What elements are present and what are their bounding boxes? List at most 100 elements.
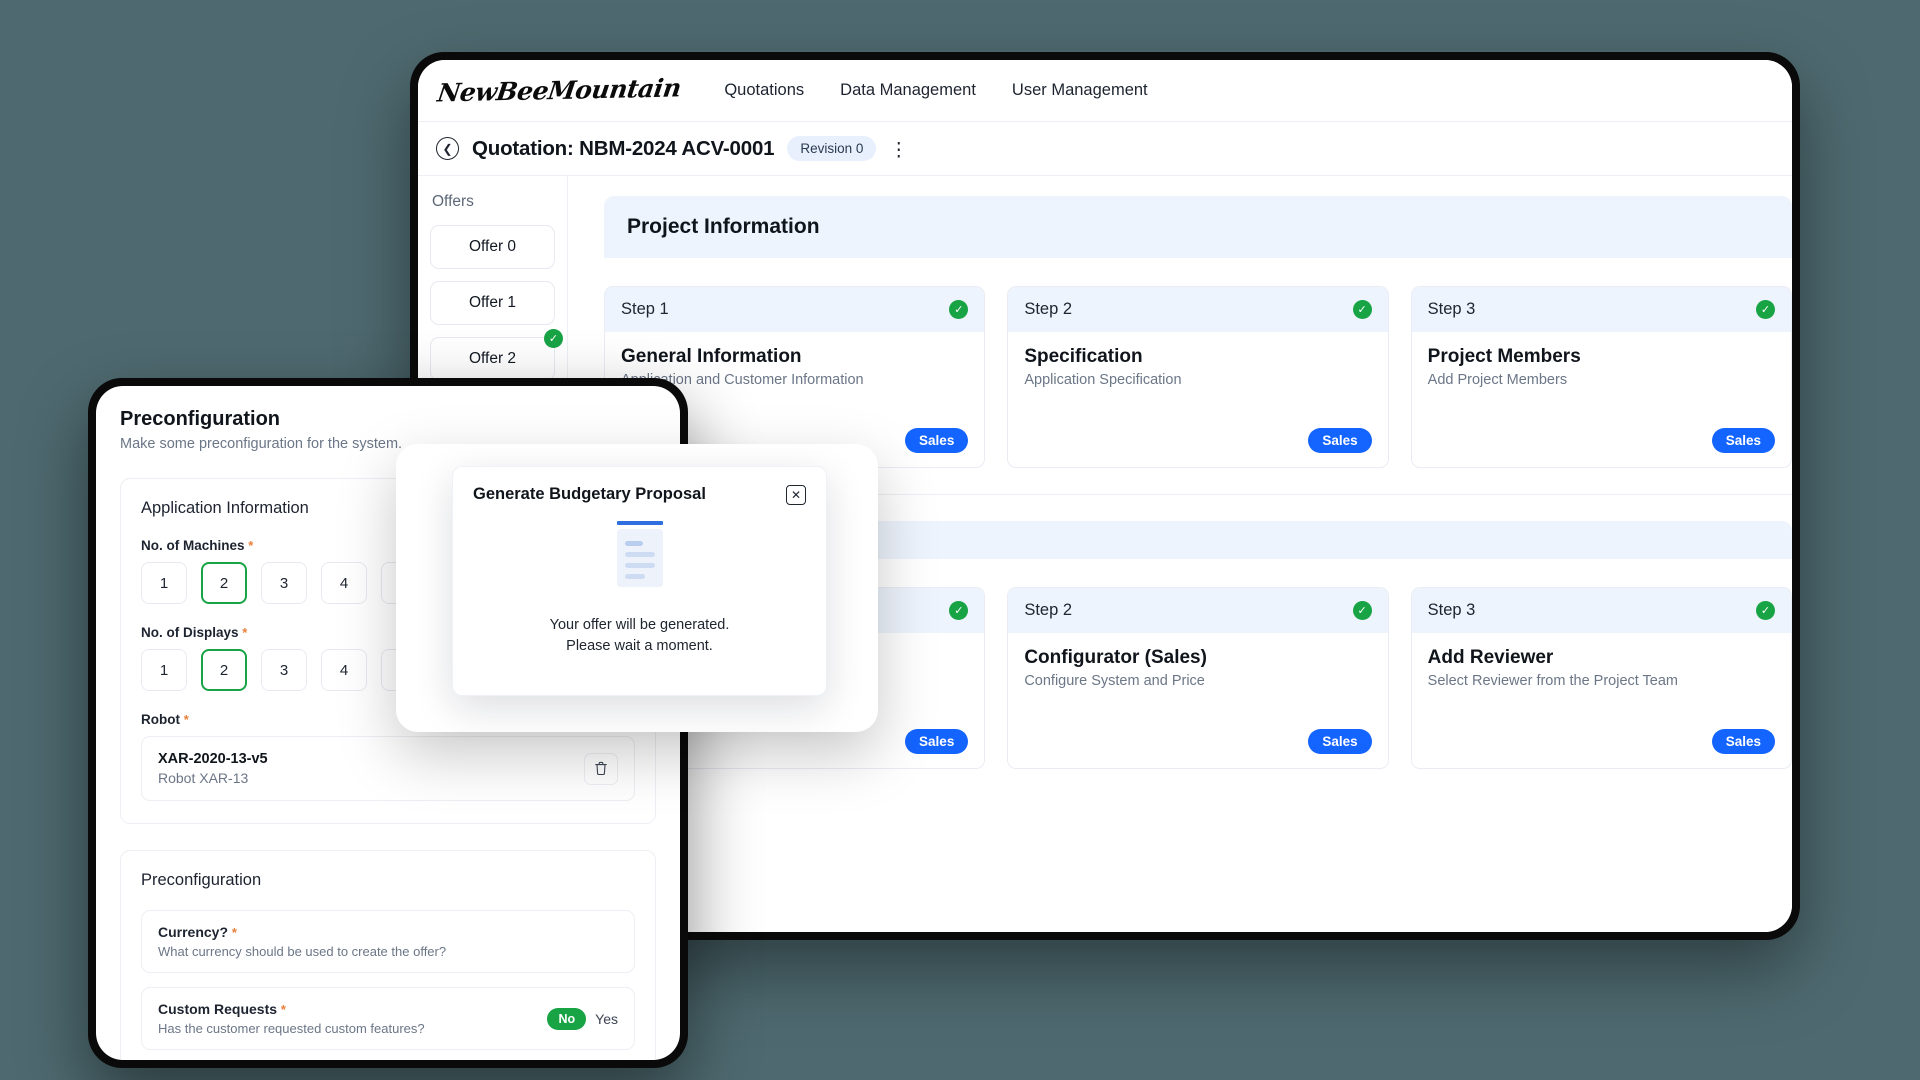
screen: NewBeeMountain Quotations Data Managemen…	[0, 0, 1920, 1080]
step-card-body: Add Reviewer Select Reviewer from the Pr…	[1412, 633, 1791, 729]
section-header-project-information: Project Information	[604, 196, 1792, 258]
check-icon: ✓	[1756, 300, 1775, 319]
nav-item-quotations[interactable]: Quotations	[724, 81, 804, 100]
robot-info: XAR-2020-13-v5 Robot XAR-13	[158, 751, 268, 786]
check-icon: ✓	[1353, 601, 1372, 620]
step-card-1-3[interactable]: Step 3 ✓ Project Members Add Project Mem…	[1411, 286, 1792, 468]
step-card-body: Project Members Add Project Members	[1412, 332, 1791, 428]
trash-icon[interactable]	[584, 753, 618, 785]
step-description: Application Specification	[1024, 372, 1371, 388]
page-title: Quotation: NBM-2024 ACV-0001	[472, 137, 774, 161]
preconfiguration-title: Preconfiguration	[120, 408, 656, 431]
question-description: Has the customer requested custom featur…	[158, 1021, 425, 1036]
toggle-selected-option[interactable]: No	[547, 1008, 586, 1030]
required-marker: *	[232, 925, 237, 940]
nav-item-data-management[interactable]: Data Management	[840, 81, 976, 100]
step-card-head: Step 2 ✓	[1008, 588, 1387, 633]
step-title: General Information	[621, 346, 968, 368]
machines-option-3[interactable]: 3	[261, 562, 307, 604]
question-description: What currency should be used to create t…	[158, 944, 446, 959]
displays-option-4[interactable]: 4	[321, 649, 367, 691]
back-arrow-circle-icon[interactable]: ❮	[436, 137, 459, 160]
question-label: Currency? *	[158, 924, 446, 940]
label-text: No. of Displays	[141, 625, 239, 640]
label-text: Custom Requests	[158, 1001, 277, 1017]
generate-budgetary-proposal-dialog: Generate Budgetary Proposal ✕ Your offer…	[452, 466, 827, 696]
step-card-1-2[interactable]: Step 2 ✓ Specification Application Speci…	[1007, 286, 1388, 468]
required-marker: *	[242, 625, 247, 640]
step-description: Add Project Members	[1428, 372, 1775, 388]
preconfiguration-panel: Preconfiguration Currency? * What curren…	[120, 850, 656, 1060]
step-number: Step 1	[621, 300, 669, 319]
step-number: Step 2	[1024, 601, 1072, 620]
close-icon[interactable]: ✕	[786, 485, 806, 505]
step-title: Specification	[1024, 346, 1371, 368]
step-card-head: Step 2 ✓	[1008, 287, 1387, 332]
step-number: Step 2	[1024, 300, 1072, 319]
robot-selection-row[interactable]: XAR-2020-13-v5 Robot XAR-13	[141, 736, 635, 801]
offer-item-label: Offer 1	[469, 294, 516, 312]
step-card-head: Step 3 ✓	[1412, 588, 1791, 633]
step-title: Project Members	[1428, 346, 1775, 368]
step-number: Step 3	[1428, 300, 1476, 319]
step-card-footer: Sales	[1008, 428, 1387, 467]
offer-item-label: Offer 0	[469, 238, 516, 256]
offer-item-2[interactable]: Offer 2 ✓	[430, 337, 555, 381]
toggle-unselected-option[interactable]: Yes	[595, 1011, 618, 1027]
robot-description: Robot XAR-13	[158, 770, 268, 786]
nav-links: Quotations Data Management User Manageme…	[724, 81, 1147, 100]
step-card-2-3[interactable]: Step 3 ✓ Add Reviewer Select Reviewer fr…	[1411, 587, 1792, 769]
check-icon: ✓	[544, 329, 563, 348]
step-card-footer: Sales	[1008, 729, 1387, 768]
question-row-currency[interactable]: Currency? * What currency should be used…	[141, 910, 635, 973]
step-title: Configurator (Sales)	[1024, 647, 1371, 669]
step-number: Step 3	[1428, 601, 1476, 620]
displays-option-3[interactable]: 3	[261, 649, 307, 691]
step-card-head: Step 3 ✓	[1412, 287, 1791, 332]
check-icon: ✓	[1756, 601, 1775, 620]
machines-option-1[interactable]: 1	[141, 562, 187, 604]
displays-option-2[interactable]: 2	[201, 649, 247, 691]
modal-header: Generate Budgetary Proposal ✕	[473, 485, 806, 505]
status-badge: Sales	[1308, 729, 1371, 754]
offer-item-1[interactable]: Offer 1	[430, 281, 555, 325]
modal-title: Generate Budgetary Proposal	[473, 485, 706, 504]
label-text: No. of Machines	[141, 538, 245, 553]
offer-item-label: Offer 2	[469, 350, 516, 368]
modal-message-line-1: Your offer will be generated.	[550, 615, 730, 636]
step-title: Add Reviewer	[1428, 647, 1775, 669]
step-card-2-2[interactable]: Step 2 ✓ Configurator (Sales) Configure …	[1007, 587, 1388, 769]
modal-body: Your offer will be generated. Please wai…	[473, 505, 806, 671]
machines-option-2[interactable]: 2	[201, 562, 247, 604]
toggle-custom-requests[interactable]: No Yes	[547, 1008, 618, 1030]
question-row-custom-requests[interactable]: Custom Requests * Has the customer reque…	[141, 987, 635, 1050]
status-badge: Sales	[1308, 428, 1371, 453]
check-icon: ✓	[949, 601, 968, 620]
document-icon	[611, 519, 669, 589]
nav-item-user-management[interactable]: User Management	[1012, 81, 1148, 100]
machines-option-4[interactable]: 4	[321, 562, 367, 604]
step-card-head: Step 1 ✓	[605, 287, 984, 332]
status-badge: Sales	[1712, 428, 1775, 453]
robot-name: XAR-2020-13-v5	[158, 751, 268, 767]
required-marker: *	[281, 1002, 286, 1017]
step-card-footer: Sales	[1412, 729, 1791, 768]
check-icon: ✓	[1353, 300, 1372, 319]
kebab-menu-icon[interactable]: ⋮	[892, 139, 903, 158]
offer-item-0[interactable]: Offer 0	[430, 225, 555, 269]
section-title: Project Information	[627, 215, 1769, 239]
status-badge: Sales	[905, 729, 968, 754]
question-label: Custom Requests *	[158, 1001, 425, 1017]
check-icon: ✓	[949, 300, 968, 319]
status-badge: Sales	[905, 428, 968, 453]
step-card-footer: Sales	[1412, 428, 1791, 467]
displays-option-1[interactable]: 1	[141, 649, 187, 691]
modal-message-line-2: Please wait a moment.	[566, 636, 713, 657]
step-description: Configure System and Price	[1024, 673, 1371, 689]
step-card-body: Configurator (Sales) Configure System an…	[1008, 633, 1387, 729]
required-marker: *	[248, 538, 253, 553]
app-logo: NewBeeMountain	[434, 73, 683, 107]
step-description: Select Reviewer from the Project Team	[1428, 673, 1775, 689]
offers-label: Offers	[430, 193, 555, 211]
quotation-header: ❮ Quotation: NBM-2024 ACV-0001 Revision …	[418, 122, 1792, 176]
